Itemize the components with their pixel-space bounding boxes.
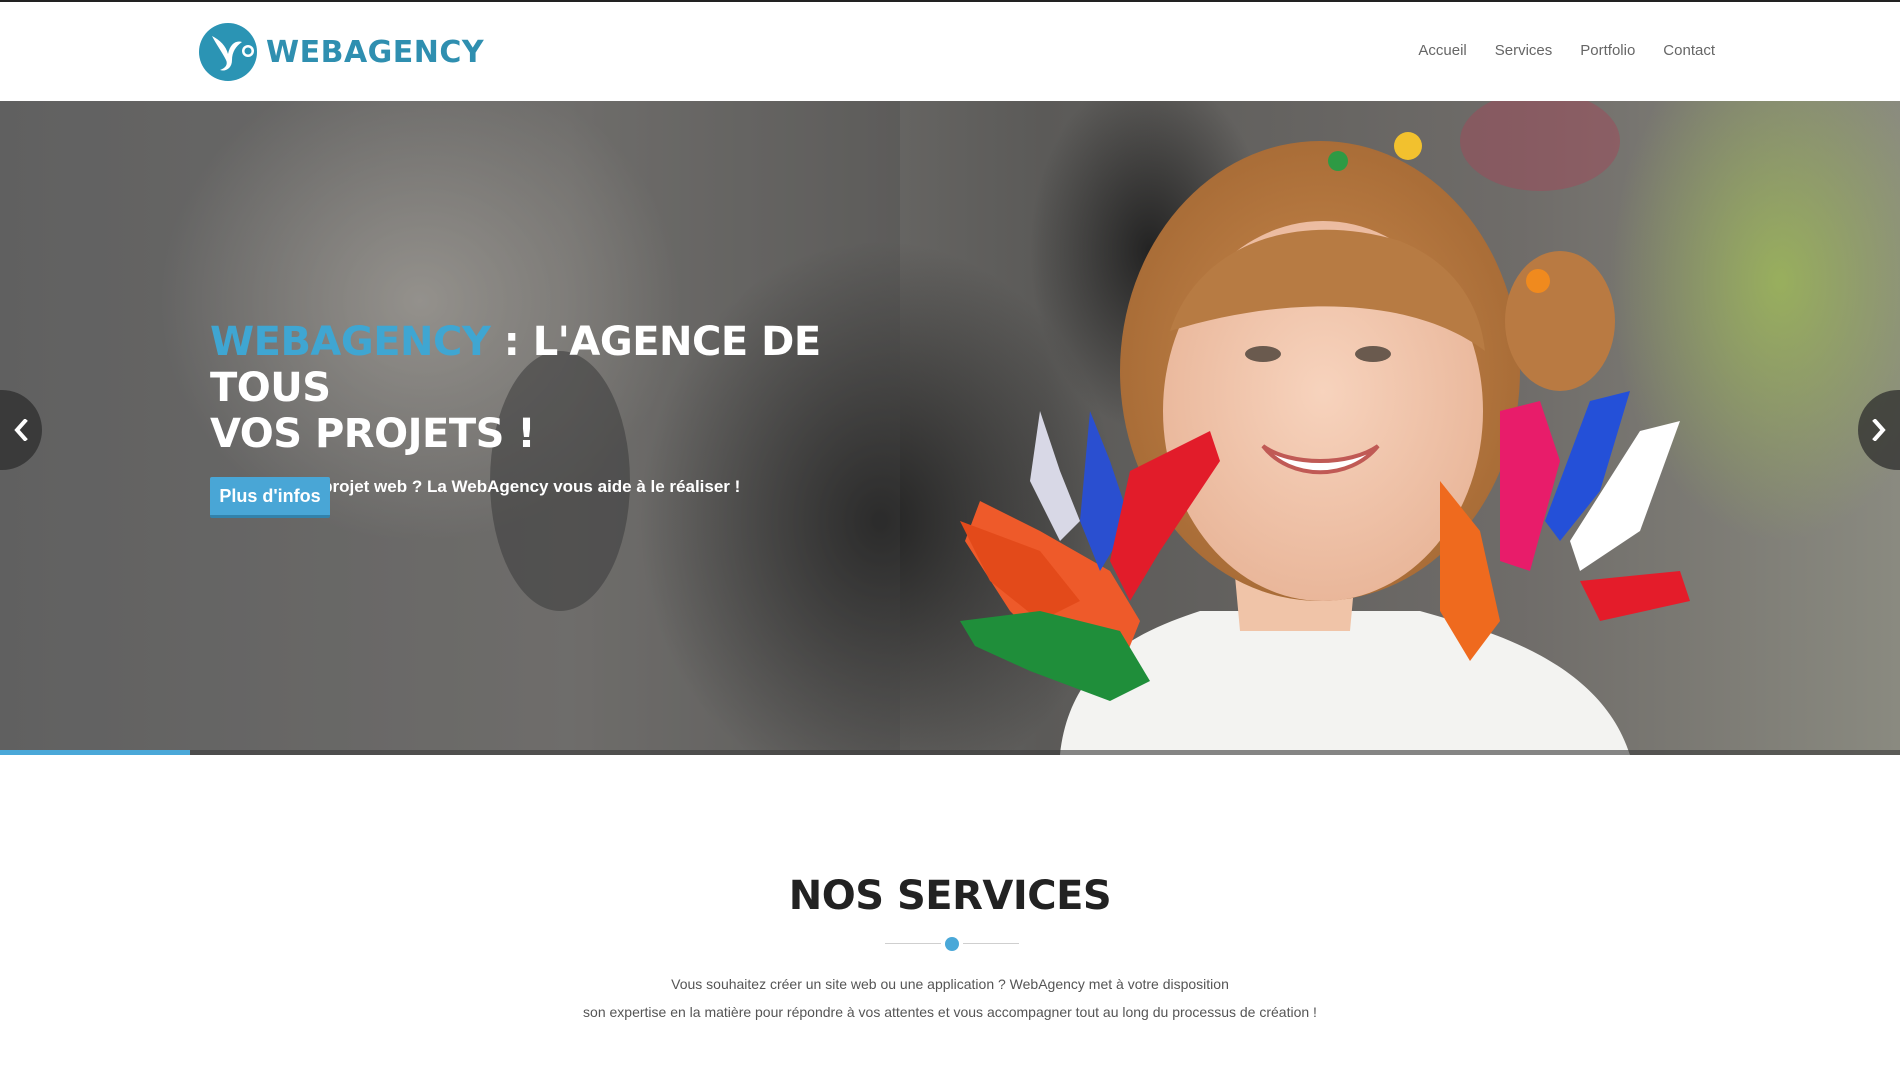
nav-item-accueil[interactable]: Accueil xyxy=(1418,42,1466,59)
nav-item-portfolio[interactable]: Portfolio xyxy=(1580,42,1635,59)
services-title: NOS SERVICES xyxy=(788,873,1112,919)
hero-title: WEBAGENCY : L'AGENCE DE TOUS VOS PROJETS… xyxy=(210,319,910,457)
webagency-logo-icon xyxy=(199,23,257,81)
nav-item-contact[interactable]: Contact xyxy=(1663,42,1715,59)
nav-item-services[interactable]: Services xyxy=(1495,42,1553,59)
hero-title-brand: WEBAGENCY xyxy=(210,319,491,365)
services-section: NOS SERVICES Vous souhaitez créer un sit… xyxy=(0,755,1900,1080)
hero-content: WEBAGENCY : L'AGENCE DE TOUS VOS PROJETS… xyxy=(210,319,910,518)
services-description-line1: Vous souhaitez créer un site web ou une … xyxy=(671,976,1229,992)
more-info-button[interactable]: Plus d'infos xyxy=(210,477,330,518)
divider-line-right xyxy=(963,943,1019,944)
divider-dot xyxy=(945,937,959,951)
hero-slider: WEBAGENCY : L'AGENCE DE TOUS VOS PROJETS… xyxy=(0,101,1900,755)
logo-text: WEBAGENCY xyxy=(266,34,485,70)
main-nav: Accueil Services Portfolio Contact xyxy=(1418,42,1715,59)
services-description: Vous souhaitez créer un site web ou une … xyxy=(0,970,1900,1026)
chevron-right-icon xyxy=(1872,419,1886,441)
section-divider xyxy=(885,937,1019,951)
logo-link[interactable]: WEBAGENCY xyxy=(198,22,484,82)
hero-title-line2: VOS PROJETS ! xyxy=(210,411,536,457)
divider-line-left xyxy=(885,943,941,944)
chevron-left-icon xyxy=(14,419,28,441)
services-description-line2: son expertise en la matière pour répondr… xyxy=(583,1004,1317,1020)
site-header: WEBAGENCY Accueil Services Portfolio Con… xyxy=(0,2,1900,101)
